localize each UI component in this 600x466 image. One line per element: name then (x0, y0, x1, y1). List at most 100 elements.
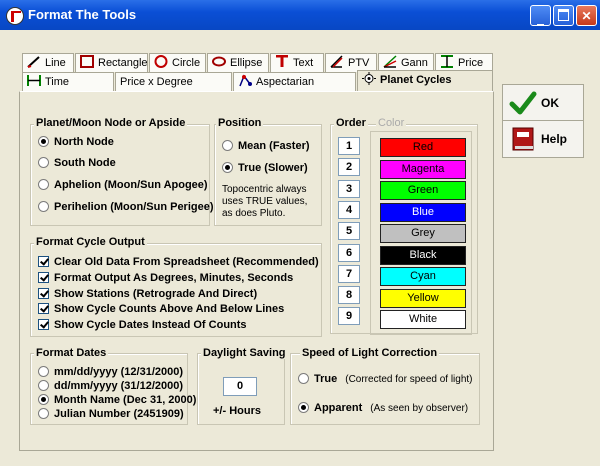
date-julian-label: Julian Number (2451909) (54, 408, 184, 420)
daylight-hours-label: +/- Hours (213, 405, 261, 417)
date-ddmmyyyy-option[interactable]: dd/mm/yyyy (31/12/2000) (38, 380, 183, 392)
tab-planet-cycles[interactable]: Planet Cycles (357, 70, 493, 91)
true-label: True (Slower) (238, 162, 308, 174)
sol-apparent-desc: (As seen by observer) (370, 403, 469, 414)
output-option-5[interactable]: Show Cycle Dates Instead Of Counts (38, 319, 247, 331)
close-icon: ✕ (581, 9, 592, 23)
tab-ellipse-label: Ellipse (230, 57, 263, 69)
order-box-1[interactable]: 1 (338, 137, 360, 155)
tab-time[interactable]: Time (22, 72, 114, 91)
topocentric-note: Topocentric always uses TRUE values, as … (222, 184, 308, 219)
mean-option[interactable]: Mean (Faster) (222, 140, 310, 152)
sol-true-radio[interactable] (298, 373, 309, 384)
tab-aspectarian-label: Aspectarian (256, 76, 315, 88)
mean-label: Mean (Faster) (238, 140, 310, 152)
help-button-label: Help (541, 132, 568, 146)
output-checkbox-2[interactable] (38, 271, 49, 283)
output-option-1[interactable]: Clear Old Data From Spreadsheet (Recomme… (38, 256, 319, 268)
sol-apparent-radio[interactable] (298, 402, 309, 413)
output-checkbox-3[interactable] (38, 287, 49, 299)
planet-cycles-icon (362, 72, 376, 85)
ok-button-label: OK (541, 96, 559, 110)
tab-rectangle-label: Rectangle (98, 57, 148, 69)
south-node-option[interactable]: South Node (38, 157, 116, 169)
sol-true-label: True (314, 373, 338, 385)
order-title: Order (334, 117, 368, 129)
color-box-grey[interactable]: Grey (380, 224, 466, 243)
output-option-label-4: Show Cycle Counts Above And Below Lines (54, 303, 285, 316)
date-month-name-label: Month Name (Dec 31, 2000) (54, 394, 197, 406)
order-box-7[interactable]: 7 (338, 264, 360, 283)
sol-true-option[interactable]: True (Corrected for speed of light) (298, 373, 473, 385)
perihelion-option[interactable]: Perihelion (Moon/Sun Perigee) (38, 201, 214, 213)
window-title: Format The Tools (28, 7, 137, 22)
sol-apparent-option[interactable]: Apparent (As seen by observer) (298, 402, 468, 414)
color-box-cyan[interactable]: Cyan (380, 267, 466, 286)
perihelion-radio[interactable] (38, 201, 49, 212)
north-node-radio[interactable] (38, 136, 49, 147)
south-node-radio[interactable] (38, 157, 49, 168)
aphelion-option[interactable]: Aphelion (Moon/Sun Apogee) (38, 179, 208, 191)
output-option-label-2: Format Output As Degrees, Minutes, Secon… (54, 271, 294, 284)
tab-price-x-degree[interactable]: Price x Degree (115, 72, 232, 91)
color-box-magenta[interactable]: Magenta (380, 159, 466, 179)
minimize-icon (537, 24, 544, 26)
time-tool-icon (27, 75, 41, 86)
tab-aspectarian[interactable]: Aspectarian (233, 72, 356, 91)
date-month-name-radio[interactable] (38, 394, 49, 405)
color-title: Color (376, 117, 407, 129)
order-box-4[interactable]: 4 (338, 200, 360, 219)
order-box-6[interactable]: 6 (338, 243, 360, 262)
order-box-9[interactable]: 9 (338, 307, 360, 326)
date-mmddyyyy-radio[interactable] (38, 366, 49, 377)
order-box-3[interactable]: 3 (338, 179, 360, 198)
order-box-2[interactable]: 2 (338, 158, 360, 177)
mean-radio[interactable] (222, 140, 233, 151)
line-tool-icon (27, 56, 40, 68)
daylight-hours-input[interactable]: 0 (223, 377, 257, 396)
speed-of-light-group (290, 353, 480, 425)
output-option-4[interactable]: Show Cycle Counts Above And Below Lines (38, 303, 284, 315)
date-month-name-option[interactable]: Month Name (Dec 31, 2000) (38, 394, 196, 406)
north-node-option[interactable]: North Node (38, 136, 114, 148)
output-checkbox-1[interactable] (38, 256, 49, 267)
tab-price-label: Price (458, 57, 484, 69)
color-box-yellow[interactable]: Yellow (380, 288, 466, 308)
tab-text[interactable]: Text (270, 53, 324, 72)
color-box-red[interactable]: Red (380, 138, 466, 157)
order-box-5[interactable]: 5 (338, 222, 360, 241)
output-option-3[interactable]: Show Stations (Retrograde And Direct) (38, 287, 257, 300)
aphelion-radio[interactable] (38, 179, 49, 190)
date-mmddyyyy-option[interactable]: mm/dd/yyyy (12/31/2000) (38, 366, 183, 378)
true-radio[interactable] (222, 162, 233, 173)
gann-tool-icon (383, 55, 397, 68)
output-checkbox-5[interactable] (38, 319, 49, 331)
ok-button[interactable]: OK (502, 84, 584, 122)
output-checkbox-4[interactable] (38, 303, 49, 315)
date-ddmmyyyy-radio[interactable] (38, 380, 49, 391)
color-box-green[interactable]: Green (380, 181, 466, 200)
price-tool-icon (441, 55, 453, 68)
true-option[interactable]: True (Slower) (222, 162, 308, 174)
tab-circle[interactable]: Circle (149, 53, 206, 72)
color-box-blue[interactable]: Blue (380, 202, 466, 222)
date-julian-radio[interactable] (38, 408, 49, 419)
color-box-white[interactable]: White (380, 310, 466, 329)
app-icon[interactable] (6, 7, 24, 25)
sol-apparent-label: Apparent (314, 402, 363, 414)
tab-ellipse[interactable]: Ellipse (207, 53, 269, 72)
help-button[interactable]: Help (502, 120, 584, 158)
date-julian-option[interactable]: Julian Number (2451909) (38, 408, 184, 420)
checkmark-icon (509, 91, 537, 115)
color-box-black[interactable]: Black (380, 245, 466, 265)
title-bar[interactable]: Format The Tools ✕ (0, 0, 600, 30)
close-button[interactable]: ✕ (576, 5, 597, 26)
tab-price-x-degree-label: Price x Degree (120, 76, 193, 88)
aspectarian-icon (239, 74, 252, 87)
tab-rectangle[interactable]: Rectangle (75, 53, 148, 72)
tab-line[interactable]: Line (22, 53, 74, 72)
output-option-2[interactable]: Format Output As Degrees, Minutes, Secon… (38, 271, 294, 284)
minimize-button[interactable] (530, 5, 551, 26)
order-box-8[interactable]: 8 (338, 286, 360, 305)
maximize-button[interactable] (553, 5, 574, 26)
